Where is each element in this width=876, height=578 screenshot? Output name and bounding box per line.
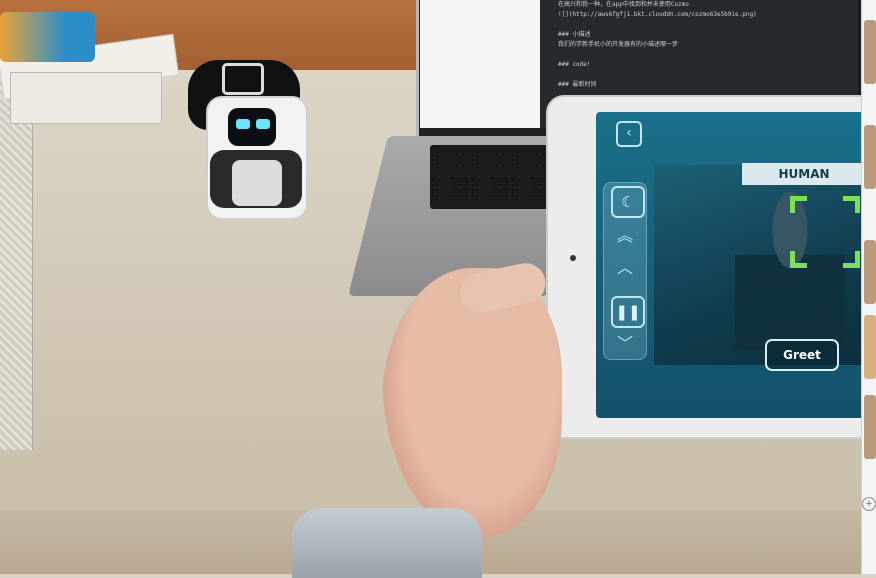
face-detection-frame bbox=[790, 196, 860, 268]
frame-corner bbox=[843, 251, 860, 268]
snack-can bbox=[0, 12, 95, 62]
editor-line: ### 小描述 bbox=[558, 31, 591, 38]
greet-button[interactable]: Greet bbox=[765, 339, 839, 371]
thumbnail-card[interactable] bbox=[864, 20, 876, 84]
frame-corner bbox=[843, 196, 860, 213]
back-button[interactable]: ‹ bbox=[616, 121, 642, 147]
add-icon[interactable]: + bbox=[862, 497, 876, 511]
sleeve bbox=[292, 508, 482, 578]
robot-eye-right bbox=[256, 119, 270, 129]
frame-corner bbox=[790, 251, 807, 268]
frame-corner bbox=[790, 196, 807, 213]
editor-line: ### 最新时间 bbox=[558, 81, 597, 88]
thumbnail-card[interactable] bbox=[864, 395, 876, 459]
laptop-keyboard bbox=[430, 145, 556, 209]
photo-scene: 在高兴和我一种，在app中找到和并未使用Cozmo ![](http://aws6… bbox=[0, 0, 876, 578]
file-tree-panel bbox=[420, 0, 540, 128]
robot-eye-left bbox=[236, 119, 250, 129]
editor-line: ![](http://aws6fgfj1.bkt.clouddn.com/coz… bbox=[558, 11, 757, 18]
thumbnail-card[interactable] bbox=[864, 125, 876, 189]
moon-button[interactable]: ☾ bbox=[611, 186, 645, 218]
chevron-down-icon[interactable]: ﹀ bbox=[612, 334, 638, 354]
editor-line: 我们的学新手机小的开发器有的小描述哪一步 bbox=[558, 41, 679, 48]
editor-line: 在高兴和我一种，在app中找到和并未使用Cozmo bbox=[558, 1, 689, 8]
robot-lift bbox=[232, 160, 282, 206]
book bbox=[10, 72, 162, 124]
thumbnail-card[interactable] bbox=[864, 315, 876, 379]
thumbnail-card[interactable] bbox=[864, 240, 876, 304]
editor-line: ### code! bbox=[558, 61, 591, 68]
pause-button[interactable]: ❚❚ bbox=[611, 296, 645, 328]
tablet-camera bbox=[570, 255, 576, 261]
charger-logo-icon bbox=[222, 63, 264, 95]
chevron-up-icon[interactable]: ︿ bbox=[612, 258, 638, 278]
detection-label: HUMAN bbox=[742, 163, 866, 185]
chevron-double-up-icon[interactable]: ︽ bbox=[612, 226, 638, 246]
book-stack bbox=[0, 12, 180, 124]
